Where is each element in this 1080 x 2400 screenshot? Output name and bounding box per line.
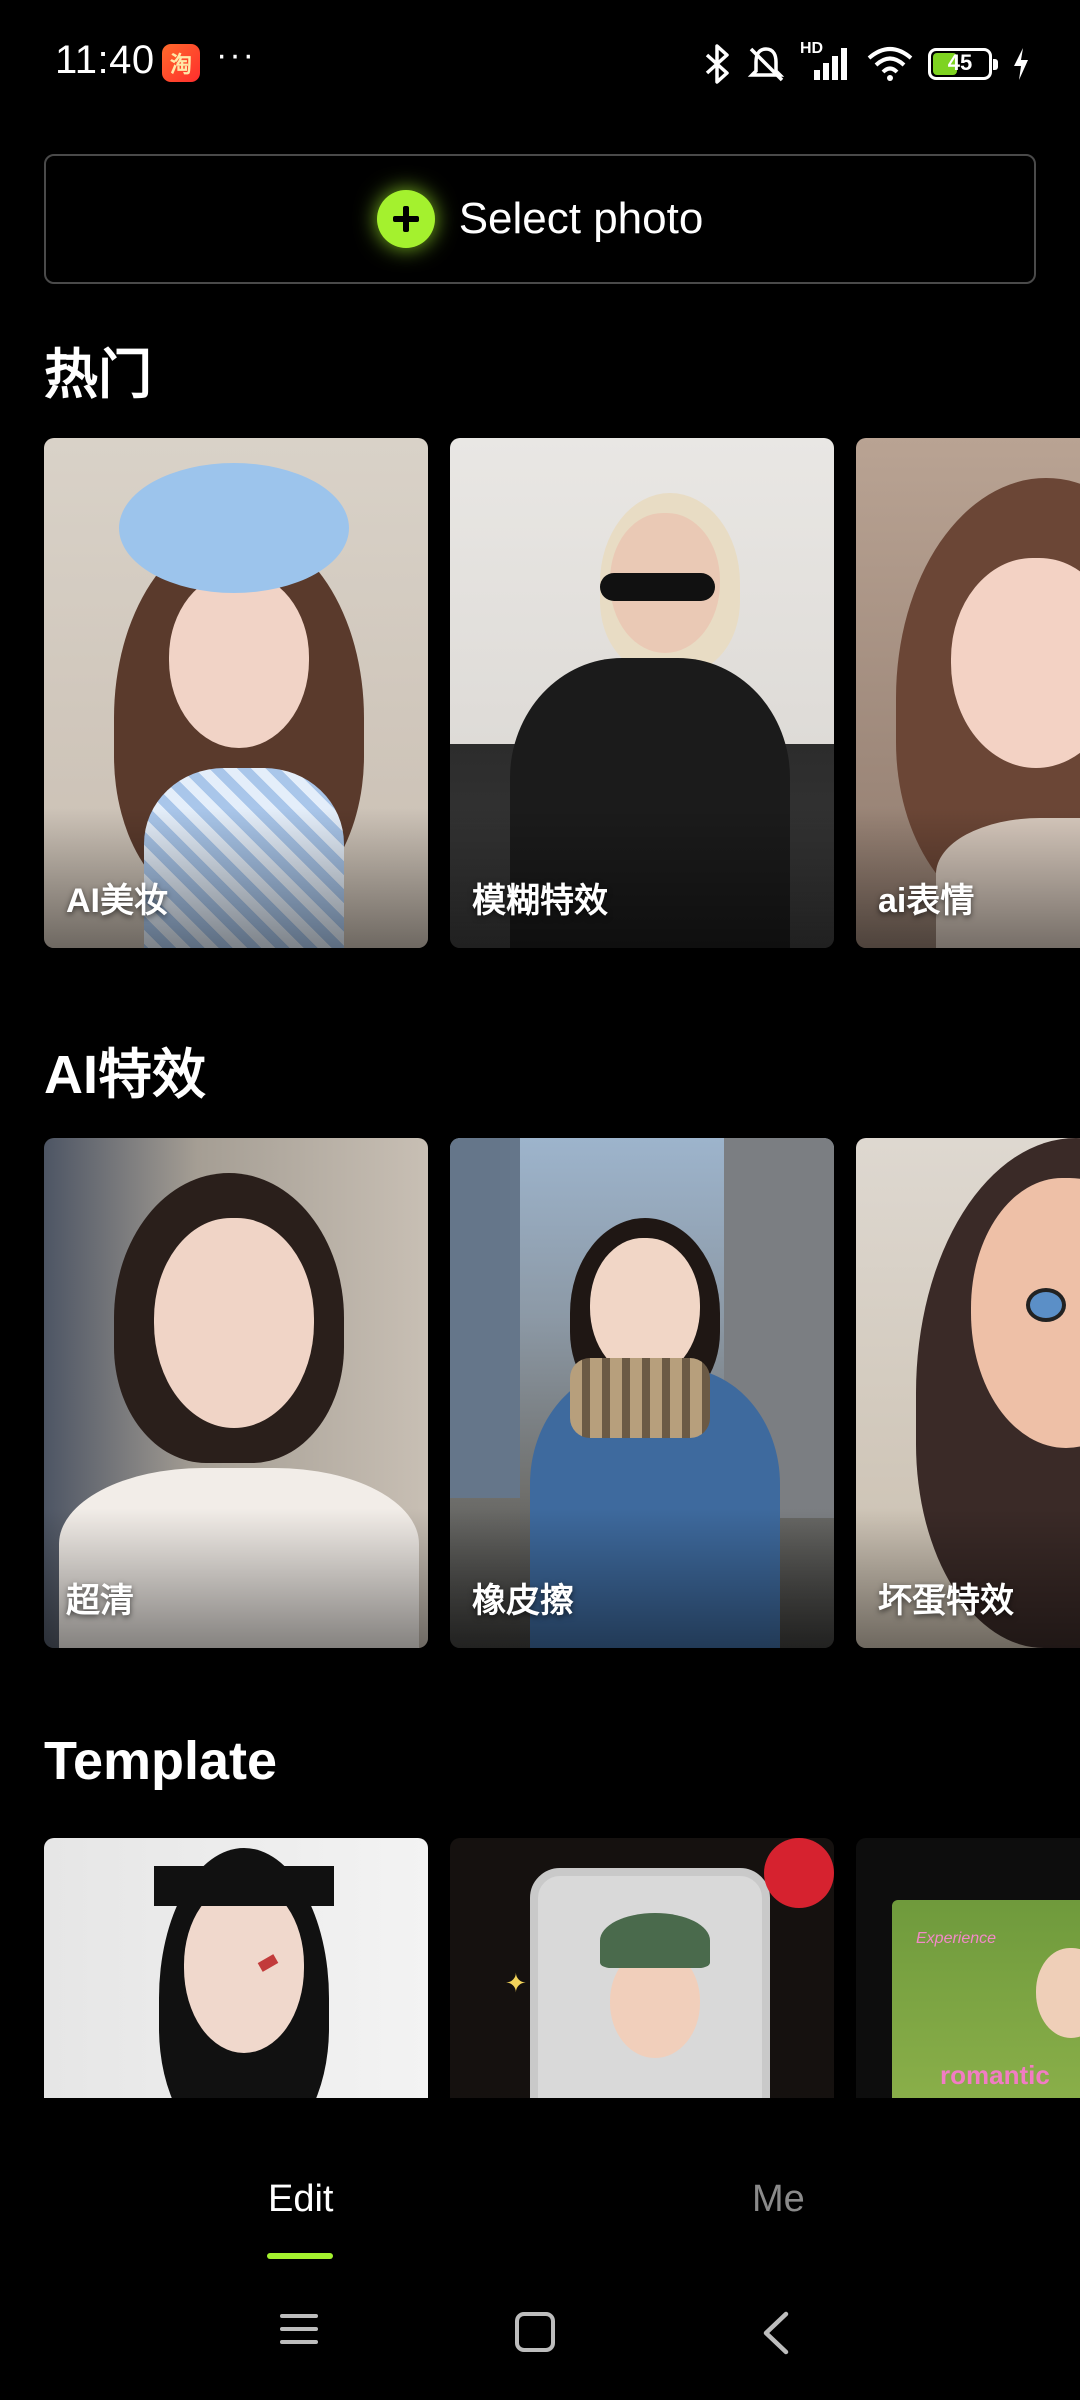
bluetooth-icon	[705, 44, 729, 84]
home-button[interactable]	[515, 2312, 555, 2352]
wifi-icon	[867, 47, 913, 81]
card-image-face	[154, 1218, 314, 1428]
charging-icon	[1014, 48, 1028, 80]
select-photo-label: Select photo	[458, 194, 704, 243]
section-title-template: Template	[44, 1731, 278, 1791]
card-label: 坏蛋特效	[878, 1582, 1014, 1620]
effect-card-blur[interactable]: 模糊特效	[450, 438, 834, 948]
select-photo-button[interactable]: Select photo	[44, 154, 1036, 284]
card-image-scarf	[570, 1358, 710, 1438]
screen: 11:40 淘 ··· HD 45 Select photo 热门 AI美妆 模…	[0, 0, 1080, 2400]
system-nav-bar	[0, 2268, 1080, 2400]
card-image-title: romantic	[940, 2060, 1050, 2090]
section-title-hot: 热门	[44, 345, 152, 405]
card-image-caption: Experience	[916, 1930, 997, 1947]
mute-bell-icon	[747, 47, 785, 82]
status-icons: HD 45	[702, 40, 1030, 88]
effect-card-ai-expression[interactable]: ai表情	[856, 438, 1080, 948]
template-card[interactable]: Experience romantic	[856, 1838, 1080, 2098]
effect-card-super-resolution[interactable]: 超清	[44, 1138, 428, 1648]
card-image-face	[169, 573, 309, 748]
more-notifications-icon: ···	[216, 36, 256, 74]
card-image-beret	[119, 463, 349, 593]
section-title-ai-effects: AI特效	[44, 1045, 206, 1105]
effect-card-villain[interactable]: 坏蛋特效	[856, 1138, 1080, 1648]
status-time: 11:40	[55, 38, 155, 82]
card-image-cap	[600, 1913, 710, 1968]
card-image-face	[590, 1238, 700, 1378]
card-image-building	[450, 1138, 520, 1498]
add-icon	[376, 190, 435, 248]
template-card[interactable]	[44, 1838, 428, 2098]
battery-level: 45	[947, 50, 973, 75]
bottom-nav: Edit Me	[0, 2098, 1080, 2268]
status-bar: 11:40 淘 ··· HD 45	[0, 0, 1080, 128]
card-label: 超清	[66, 1582, 134, 1620]
card-image-sunglasses	[600, 573, 715, 601]
card-label: AI美妆	[66, 882, 168, 920]
tab-active-indicator	[267, 2253, 333, 2259]
taobao-notification-icon: 淘	[162, 44, 200, 82]
card-image-bangs	[154, 1866, 334, 1906]
tab-edit[interactable]: Edit	[268, 2178, 333, 2221]
template-card[interactable]: ✦	[450, 1838, 834, 2098]
card-image-face	[184, 1883, 304, 2053]
card-label: 模糊特效	[472, 882, 608, 920]
cellular-signal-icon: HD	[800, 40, 852, 84]
card-image-sticker	[764, 1838, 834, 1908]
card-label: 橡皮擦	[472, 1582, 574, 1620]
card-image-eye	[1026, 1288, 1066, 1322]
effect-card-ai-makeup[interactable]: AI美妆	[44, 438, 428, 948]
tab-me[interactable]: Me	[752, 2178, 805, 2221]
back-button[interactable]	[760, 2310, 790, 2356]
hot-card-row[interactable]: AI美妆 模糊特效 ai表情	[44, 438, 1080, 948]
recent-apps-button[interactable]	[280, 2314, 318, 2353]
ai-effects-card-row[interactable]: 超清 橡皮擦 坏蛋特效	[44, 1138, 1080, 1648]
effect-card-eraser[interactable]: 橡皮擦	[450, 1138, 834, 1648]
card-label: ai表情	[878, 882, 975, 920]
battery-icon: 45	[928, 48, 998, 80]
sparkle-icon: ✦	[505, 1968, 527, 1998]
template-card-row[interactable]: ✦ Experience romantic	[44, 1838, 1080, 2098]
